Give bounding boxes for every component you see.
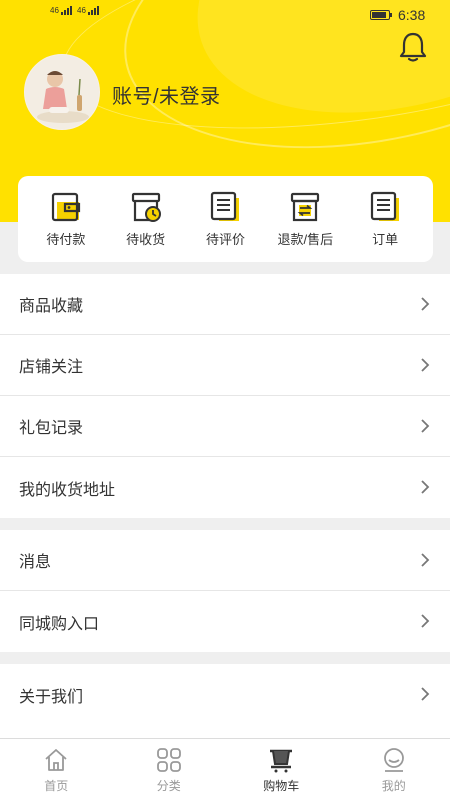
home-icon bbox=[45, 749, 67, 771]
chevron-right-icon bbox=[421, 358, 430, 372]
avatar[interactable] bbox=[24, 54, 100, 130]
tab-label: 分类 bbox=[156, 779, 181, 793]
menu-item-favorites[interactable]: 商品收藏 bbox=[0, 274, 450, 335]
tab-label: 首页 bbox=[44, 779, 69, 793]
menu-item-label: 消息 bbox=[19, 554, 52, 571]
menu-item-label: 礼包记录 bbox=[19, 420, 84, 437]
cart-icon bbox=[270, 749, 293, 773]
order-label: 退款/售后 bbox=[277, 232, 334, 247]
tab-category[interactable]: 分类 bbox=[113, 739, 226, 800]
order-label: 待付款 bbox=[46, 232, 86, 247]
menu-item-label: 关于我们 bbox=[19, 688, 84, 706]
chevron-right-icon bbox=[421, 614, 430, 628]
order-all-button[interactable]: 订单 bbox=[346, 190, 424, 248]
bell-icon[interactable] bbox=[396, 30, 430, 64]
chevron-right-icon bbox=[421, 297, 430, 311]
signal-label: 46 bbox=[77, 6, 86, 15]
refund-box-icon bbox=[291, 192, 320, 222]
tab-label: 购物车 bbox=[263, 779, 300, 793]
login-status-label[interactable]: 账号/未登录 bbox=[112, 80, 221, 109]
tab-cart[interactable]: 购物车 bbox=[225, 739, 338, 800]
delivery-box-icon bbox=[131, 192, 161, 222]
order-pending-payment-button[interactable]: 待付款 bbox=[27, 190, 105, 248]
chevron-right-icon bbox=[421, 553, 430, 567]
tab-profile[interactable]: 我的 bbox=[338, 739, 450, 800]
menu-group-account: 商品收藏 店铺关注 礼包记录 我的收货地址 bbox=[0, 274, 450, 518]
menu-item-label: 我的收货地址 bbox=[19, 481, 116, 499]
menu-item-about-us[interactable]: 关于我们 bbox=[0, 664, 450, 725]
tab-home[interactable]: 首页 bbox=[0, 739, 113, 800]
order-label: 待收货 bbox=[126, 232, 166, 247]
signal-icon: 46 bbox=[77, 6, 99, 15]
order-shortcuts-card: 待付款 待收货 待评价 退款/售后 订单 bbox=[18, 176, 433, 262]
battery-icon bbox=[370, 10, 392, 20]
signal-icon: 46 bbox=[50, 6, 72, 15]
order-pending-receipt-button[interactable]: 待收货 bbox=[107, 190, 185, 248]
status-time: 6:38 bbox=[398, 7, 426, 23]
category-icon bbox=[156, 748, 181, 772]
menu-item-label: 同城购入口 bbox=[19, 615, 100, 633]
signal-label: 46 bbox=[50, 6, 59, 15]
order-pending-review-button[interactable]: 待评价 bbox=[186, 190, 264, 248]
menu-item-gift-records[interactable]: 礼包记录 bbox=[0, 396, 450, 457]
menu-item-shipping-address[interactable]: 我的收货地址 bbox=[0, 457, 450, 518]
menu-item-label: 店铺关注 bbox=[19, 359, 84, 376]
wallet-icon bbox=[51, 192, 80, 222]
menu-item-messages[interactable]: 消息 bbox=[0, 530, 450, 591]
chevron-right-icon bbox=[421, 419, 430, 433]
tab-label: 我的 bbox=[381, 779, 406, 793]
chevron-right-icon bbox=[421, 687, 430, 701]
order-label: 待评价 bbox=[205, 232, 245, 247]
bottom-tab-bar: 首页 分类 购物车 我的 bbox=[0, 738, 450, 800]
status-bar: 46 46 6:38 bbox=[0, 0, 450, 30]
chevron-right-icon bbox=[421, 480, 430, 494]
order-list-icon bbox=[370, 191, 400, 221]
menu-item-followed-shops[interactable]: 店铺关注 bbox=[0, 335, 450, 396]
profile-icon bbox=[383, 748, 404, 772]
order-label: 订单 bbox=[372, 232, 399, 247]
review-document-icon bbox=[211, 191, 240, 221]
menu-item-label: 商品收藏 bbox=[19, 298, 84, 315]
menu-group-messages: 消息 同城购入口 bbox=[0, 530, 450, 652]
order-refund-button[interactable]: 退款/售后 bbox=[266, 190, 344, 248]
menu-item-local-shopping[interactable]: 同城购入口 bbox=[0, 591, 450, 652]
menu-group-about: 关于我们 bbox=[0, 664, 450, 738]
